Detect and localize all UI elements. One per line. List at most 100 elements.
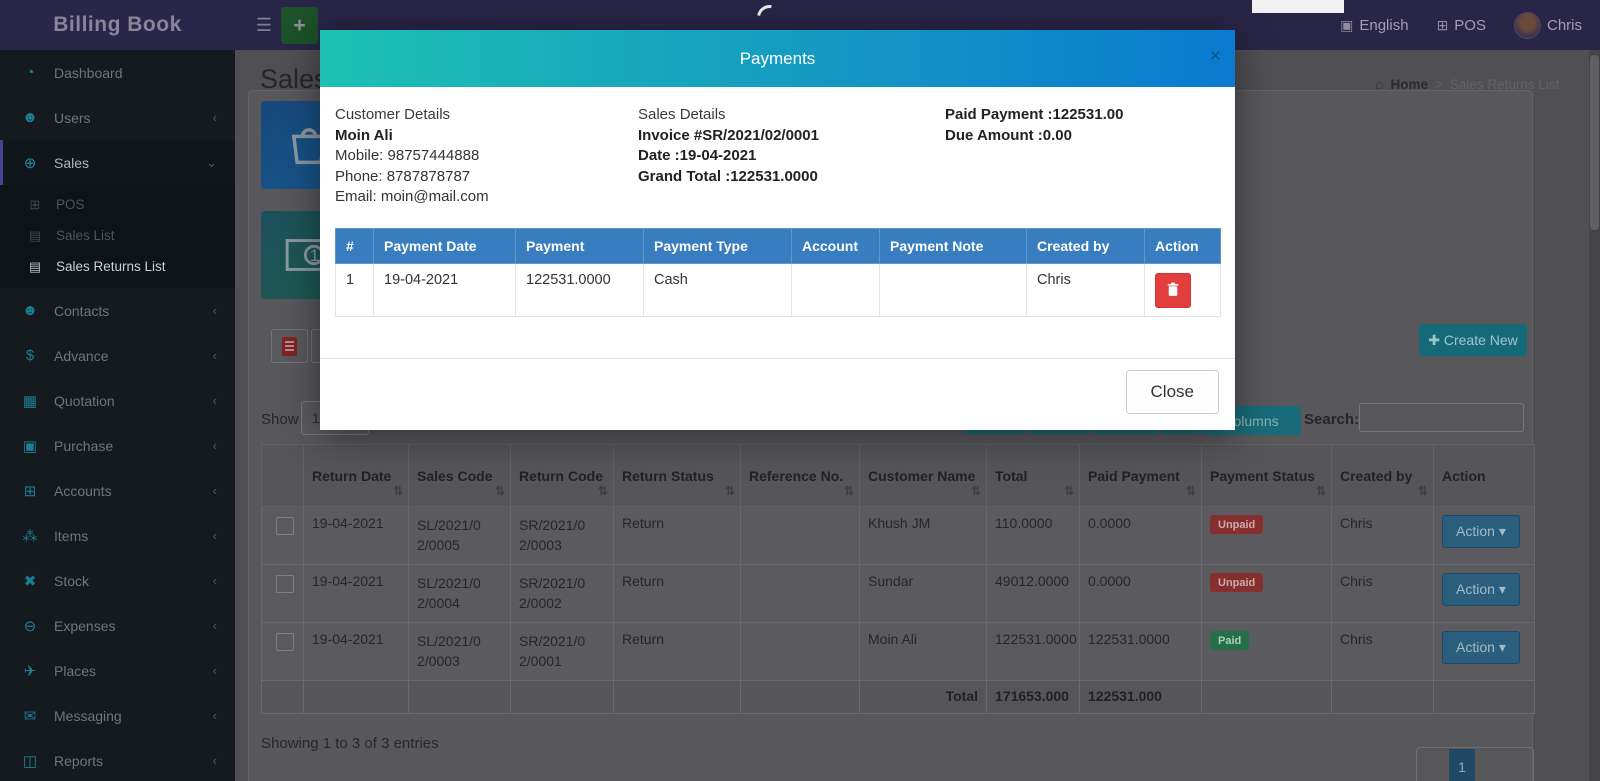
- header-paid-payment[interactable]: Paid Payment⇅: [1080, 445, 1202, 507]
- due-amount: Due Amount :0.00: [945, 126, 1123, 147]
- entries-info: Showing 1 to 3 of 3 entries: [261, 735, 439, 752]
- pos-icon: ⊞: [1437, 17, 1449, 34]
- contacts-icon: ☻: [20, 302, 40, 319]
- sort-icon: ⇅: [1186, 484, 1196, 498]
- sort-icon: ⇅: [495, 484, 505, 498]
- caret-down-icon: ▾: [1499, 523, 1506, 539]
- sidebar-item-label: Places: [54, 663, 96, 679]
- payment-row: 1 19-04-2021 122531.0000 Cash Chris: [336, 264, 1221, 317]
- chevron-left-icon: ‹: [213, 618, 217, 633]
- row-checkbox[interactable]: [276, 633, 294, 651]
- footer-paid-value: 122531.000: [1080, 681, 1202, 714]
- row-checkbox[interactable]: [276, 517, 294, 535]
- sort-icon: ⇅: [598, 484, 608, 498]
- sidebar-item-contacts[interactable]: ☻ Contacts ‹: [0, 288, 235, 333]
- paper-plane-icon: ✈: [20, 662, 40, 680]
- pos-link[interactable]: ⊞ POS: [1437, 17, 1486, 34]
- header-payment-status[interactable]: Payment Status⇅: [1202, 445, 1332, 507]
- table-row: 19-04-2021 SL/2021/02/0003 SR/2021/02/00…: [262, 623, 1535, 681]
- dollar-icon: $: [20, 347, 40, 364]
- sidebar-item-label: Purchase: [54, 438, 113, 454]
- sidebar-item-label: Dashboard: [54, 65, 123, 81]
- sidebar-item-expenses[interactable]: ⊖ Expenses ‹: [0, 603, 235, 648]
- scrollbar[interactable]: [1589, 50, 1600, 781]
- sort-icon: ⇅: [1064, 484, 1074, 498]
- chevron-down-icon: ⌄: [206, 155, 217, 171]
- table-row: 19-04-2021 SL/2021/02/0004 SR/2021/02/00…: [262, 565, 1535, 623]
- chevron-left-icon: ‹: [213, 483, 217, 498]
- sidebar-item-label: Sales List: [56, 228, 115, 243]
- chevron-left-icon: ‹: [213, 348, 217, 363]
- app-brand[interactable]: Billing Book: [0, 0, 235, 50]
- quick-add-button[interactable]: +: [281, 7, 318, 44]
- export-pdf-button[interactable]: [271, 329, 308, 363]
- language-label: English: [1359, 17, 1408, 34]
- sidebar-item-reports[interactable]: ◫ Reports ‹: [0, 738, 235, 781]
- sidebar-item-label: Reports: [54, 753, 103, 769]
- row-action-button[interactable]: Action ▾: [1442, 515, 1520, 548]
- header-sales-code[interactable]: Sales Code⇅: [409, 445, 511, 507]
- delete-payment-button[interactable]: [1155, 273, 1191, 308]
- sidebar-item-messaging[interactable]: ✉ Messaging ‹: [0, 693, 235, 738]
- sidebar-item-accounts[interactable]: ⊞ Accounts ‹: [0, 468, 235, 513]
- sidebar-item-quotation[interactable]: ▦ Quotation ‹: [0, 378, 235, 423]
- header-total[interactable]: Total⇅: [987, 445, 1080, 507]
- header-return-code[interactable]: Return Code⇅: [511, 445, 614, 507]
- svg-text:1: 1: [310, 246, 319, 265]
- sidebar-item-label: Advance: [54, 348, 108, 364]
- hourglass-icon: ✖: [20, 572, 40, 590]
- pdf-icon: [282, 337, 297, 356]
- header-created-by[interactable]: Created by⇅: [1332, 445, 1434, 507]
- chevron-left-icon: ‹: [213, 708, 217, 723]
- search-input[interactable]: [1359, 403, 1524, 432]
- pay-header-payment: Payment: [516, 229, 644, 264]
- chevron-left-icon: ‹: [213, 438, 217, 453]
- sidebar-item-users[interactable]: ☻ Users ‹: [0, 95, 235, 140]
- close-icon[interactable]: ×: [1210, 47, 1221, 66]
- scrollbar-thumb[interactable]: [1590, 55, 1599, 230]
- sidebar-item-label: Items: [54, 528, 88, 544]
- sidebar-item-items[interactable]: ⁂ Items ‹: [0, 513, 235, 558]
- sales-details: Sales Details Invoice #SR/2021/02/0001 D…: [638, 105, 819, 187]
- payments-header-row: # Payment Date Payment Payment Type Acco…: [336, 229, 1221, 264]
- sidebar-item-pos[interactable]: ⊞ POS: [0, 189, 235, 220]
- bar-chart-icon: ◫: [20, 752, 40, 770]
- row-action-button[interactable]: Action ▾: [1442, 631, 1520, 664]
- sidebar-toggle-icon[interactable]: ☰: [247, 0, 281, 50]
- sales-submenu: ⊞ POS ▤ Sales List ▤ Sales Returns List: [0, 185, 235, 288]
- modal-header: Payments ×: [320, 30, 1235, 87]
- row-checkbox[interactable]: [276, 575, 294, 593]
- sidebar-item-sales-list[interactable]: ▤ Sales List: [0, 220, 235, 251]
- sidebar-item-label: Stock: [54, 573, 89, 589]
- user-menu[interactable]: Chris: [1514, 12, 1582, 39]
- sidebar-item-label: POS: [56, 197, 85, 212]
- customer-name: Moin Ali: [335, 126, 489, 147]
- header-return-date[interactable]: Return Date⇅: [304, 445, 409, 507]
- sidebar-item-sales[interactable]: ⊕ Sales ⌄: [0, 140, 235, 185]
- sort-icon: ⇅: [393, 484, 403, 498]
- sidebar-item-dashboard[interactable]: ◔ Dashboard: [0, 50, 235, 95]
- status-badge: Paid: [1210, 631, 1249, 650]
- sidebar-item-sales-returns-list[interactable]: ▤ Sales Returns List: [0, 251, 235, 282]
- sidebar-item-purchase[interactable]: ▣ Purchase ‹: [0, 423, 235, 468]
- avatar: [1514, 12, 1541, 39]
- page-1-button[interactable]: 1: [1449, 749, 1475, 781]
- chevron-left-icon: ‹: [213, 753, 217, 768]
- header-reference-no[interactable]: Reference No.⇅: [741, 445, 860, 507]
- users-icon: ☻: [20, 109, 40, 126]
- customer-details-heading: Customer Details: [335, 105, 489, 126]
- list-icon: ▤: [26, 259, 44, 275]
- sidebar-item-stock[interactable]: ✖ Stock ‹: [0, 558, 235, 603]
- create-new-button[interactable]: ✚ Create New: [1419, 324, 1527, 356]
- sidebar-item-advance[interactable]: $ Advance ‹: [0, 333, 235, 378]
- box-icon: ▣: [20, 437, 40, 455]
- sidebar-item-label: Accounts: [54, 483, 112, 499]
- header-return-status[interactable]: Return Status⇅: [614, 445, 741, 507]
- row-action-button[interactable]: Action ▾: [1442, 573, 1520, 606]
- sidebar-item-places[interactable]: ✈ Places ‹: [0, 648, 235, 693]
- close-button[interactable]: Close: [1126, 370, 1219, 414]
- payments-table: # Payment Date Payment Payment Type Acco…: [335, 228, 1221, 317]
- header-customer-name[interactable]: Customer Name⇅: [860, 445, 987, 507]
- table-footer-row: Total 171653.000 122531.000: [262, 681, 1535, 714]
- language-menu[interactable]: ▣ English: [1340, 17, 1408, 34]
